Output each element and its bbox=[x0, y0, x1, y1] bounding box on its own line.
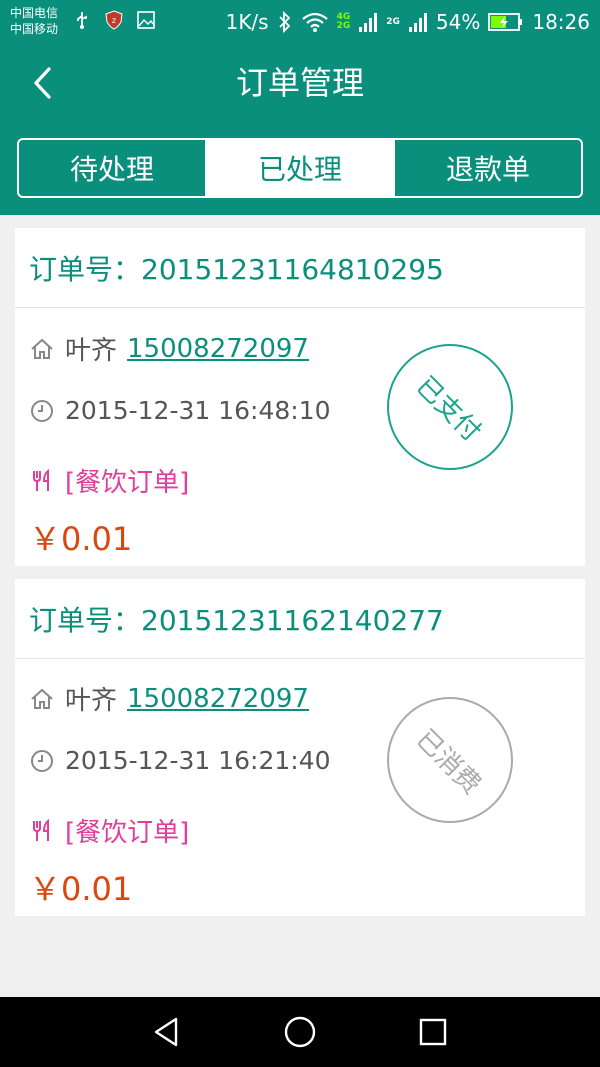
customer-row: 叶齐 15008272097 bbox=[29, 680, 309, 717]
signal-icon-1 bbox=[359, 13, 378, 32]
image-icon bbox=[137, 11, 155, 29]
stamp-text: 已消费 bbox=[410, 723, 487, 800]
status-bar: 中国电信 中国移动 z 1K/s 4G 2G 2G 54% 18:26 bbox=[0, 0, 600, 45]
consumed-stamp: 已消费 bbox=[387, 697, 513, 823]
customer-phone-link[interactable]: 15008272097 bbox=[127, 684, 309, 714]
tab-refund[interactable]: 退款单 bbox=[393, 140, 581, 196]
network-type: 4G 2G bbox=[337, 13, 351, 31]
carrier-1: 中国电信 bbox=[10, 6, 59, 20]
nav-recents-button[interactable] bbox=[413, 1012, 453, 1052]
order-number: 订单号：20151231164810295 bbox=[15, 228, 585, 308]
svg-text:z: z bbox=[112, 16, 116, 25]
bluetooth-icon bbox=[278, 11, 290, 33]
order-number: 订单号：20151231162140277 bbox=[15, 579, 585, 659]
customer-name: 叶齐 bbox=[65, 336, 118, 366]
status-right: 1K/s 4G 2G 2G 54% 18:26 bbox=[226, 9, 590, 35]
net-speed: 1K/s bbox=[225, 10, 269, 34]
time-row: 2015-12-31 16:21:40 bbox=[29, 746, 331, 775]
type-row: [餐饮订单] bbox=[29, 462, 189, 499]
order-price: ￥0.01 bbox=[29, 870, 133, 908]
net-2g-tag: 2G bbox=[336, 21, 351, 31]
utensils-icon bbox=[33, 468, 49, 491]
paid-stamp: 已支付 bbox=[387, 344, 513, 470]
order-time: 2015-12-31 16:48:10 bbox=[65, 396, 331, 425]
shield-app-icon: z bbox=[105, 10, 123, 30]
app-header: 订单管理 待处理 已处理 退款单 bbox=[0, 45, 600, 215]
clock: 18:26 bbox=[532, 10, 590, 34]
tab-processed[interactable]: 已处理 bbox=[205, 140, 393, 196]
utensils-icon bbox=[33, 818, 49, 841]
carrier-info: 中国电信 中国移动 bbox=[10, 5, 58, 37]
net-2g-tag-b: 2G bbox=[386, 16, 400, 27]
square-recents-icon bbox=[419, 1018, 447, 1046]
system-nav-bar bbox=[0, 997, 600, 1067]
battery-charging-icon bbox=[488, 13, 523, 31]
nav-back-button[interactable] bbox=[146, 1012, 186, 1052]
usb-icon bbox=[77, 12, 87, 29]
battery-level: 54% bbox=[435, 10, 481, 34]
order-time: 2015-12-31 16:21:40 bbox=[65, 746, 331, 775]
customer-row: 叶齐 15008272097 bbox=[29, 330, 309, 367]
network-type-2: 2G bbox=[386, 16, 400, 27]
type-row: [餐饮订单] bbox=[29, 812, 189, 849]
clock-icon bbox=[31, 749, 53, 772]
customer-name: 叶齐 bbox=[65, 686, 118, 716]
order-type: [餐饮订单] bbox=[65, 468, 190, 498]
order-price: ￥0.01 bbox=[29, 520, 133, 558]
home-icon bbox=[31, 688, 53, 709]
order-tabs: 待处理 已处理 退款单 bbox=[17, 138, 583, 198]
tab-pending[interactable]: 待处理 bbox=[19, 140, 205, 196]
carrier-2: 中国移动 bbox=[10, 22, 59, 36]
notification-icons: z bbox=[72, 10, 156, 30]
signal-icon-2 bbox=[408, 13, 427, 32]
customer-phone-link[interactable]: 15008272097 bbox=[127, 334, 309, 364]
wifi-icon bbox=[301, 12, 328, 32]
order-type: [餐饮订单] bbox=[65, 818, 190, 848]
triangle-back-icon bbox=[154, 1017, 178, 1047]
time-row: 2015-12-31 16:48:10 bbox=[29, 396, 331, 425]
stamp-text: 已支付 bbox=[410, 370, 487, 447]
circle-home-icon bbox=[284, 1016, 316, 1048]
order-card[interactable]: 订单号：20151231162140277 叶齐 15008272097 201… bbox=[15, 579, 585, 916]
nav-home-button[interactable] bbox=[280, 1012, 320, 1052]
order-card[interactable]: 订单号：20151231164810295 叶齐 15008272097 201… bbox=[15, 228, 585, 566]
home-icon bbox=[31, 338, 53, 359]
page-title: 订单管理 bbox=[235, 64, 364, 102]
clock-icon bbox=[31, 399, 53, 422]
